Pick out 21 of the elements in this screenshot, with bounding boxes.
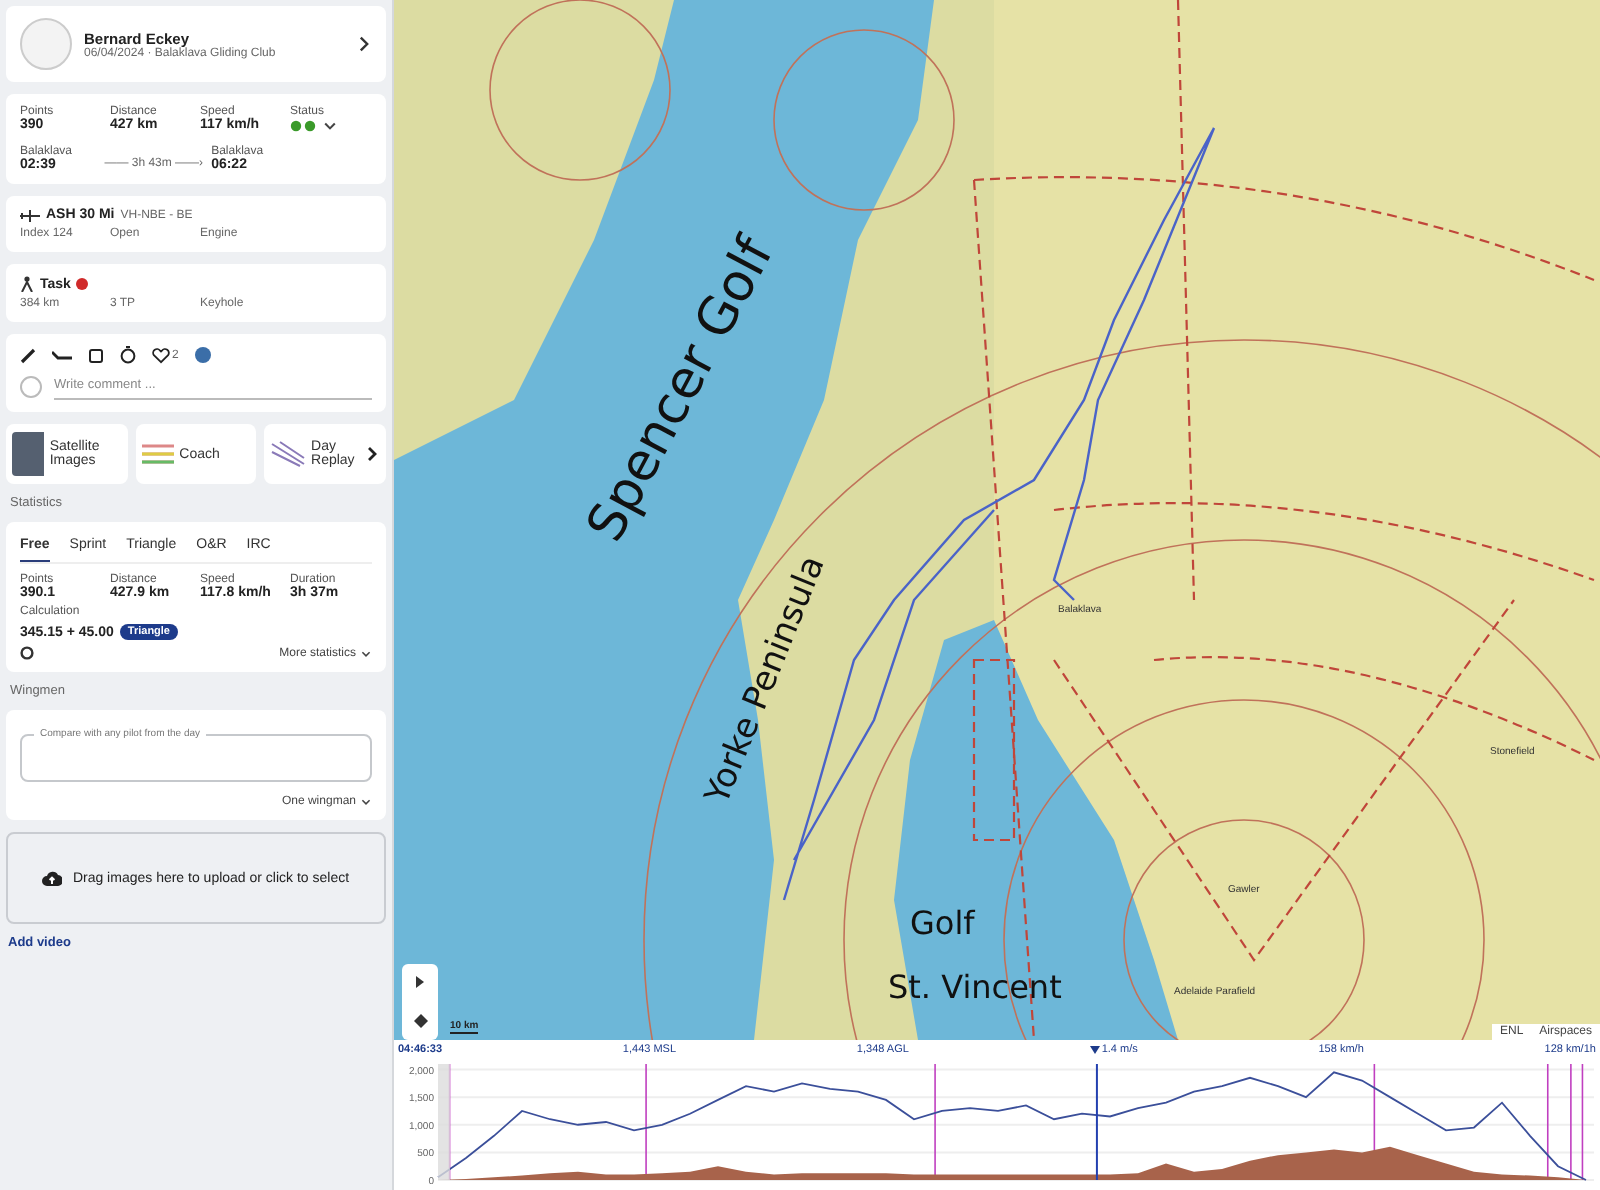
status-dots-icon [290,120,318,132]
play-icon[interactable] [414,976,426,989]
pencil-icon[interactable] [20,347,36,363]
range-handle[interactable] [438,1064,450,1180]
heart-icon[interactable] [152,347,170,363]
avatar [20,18,72,70]
cloud-upload-icon [42,870,63,886]
layers-icon[interactable] [413,1013,427,1028]
arrow-down-icon [1089,1045,1100,1053]
chevron-down-icon [360,648,372,660]
chevron-icon [322,118,338,134]
map-label: Golf [910,904,975,942]
tracks-icon [270,440,306,468]
stopwatch-icon[interactable] [120,346,136,364]
cursor-line[interactable] [1095,1063,1098,1181]
photo-placeholder [12,432,44,476]
bars-icon [141,444,174,464]
chevron-right-icon[interactable] [356,36,372,52]
person-icon [20,276,34,292]
status-dot-icon [76,278,89,290]
chevron-down-icon [360,796,372,808]
